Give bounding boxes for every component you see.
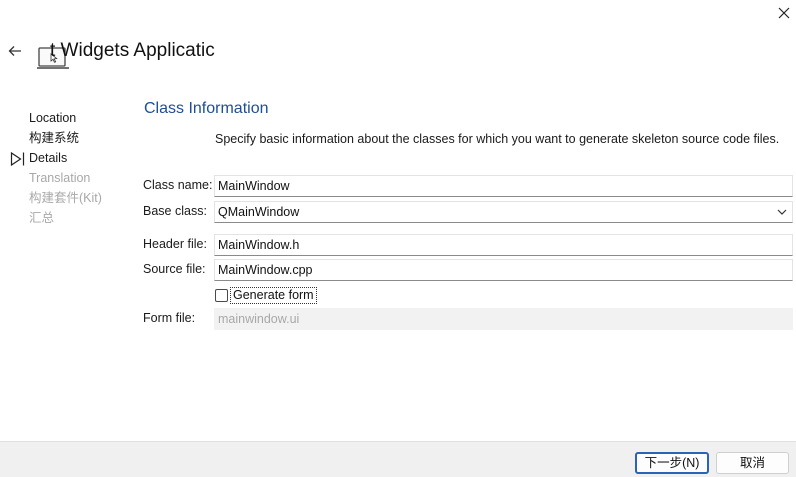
class-name-value: MainWindow	[218, 179, 290, 193]
step-label: 汇总	[29, 211, 55, 225]
step-label: Location	[29, 111, 77, 125]
current-step-arrow-icon	[10, 152, 25, 166]
header-file-input[interactable]: MainWindow.h	[214, 234, 793, 256]
step-label: Details	[29, 151, 68, 165]
footer-bar: 下一步(N) 取消	[0, 441, 796, 477]
cancel-button[interactable]: 取消	[716, 452, 789, 474]
step-label: 构建系统	[29, 131, 80, 145]
generate-form-checkbox[interactable]: Generate form	[215, 286, 317, 304]
header-file-label: Header file:	[143, 237, 207, 251]
step-translation: Translation	[0, 168, 130, 188]
base-class-combobox[interactable]: QMainWindow	[214, 201, 793, 223]
step-kit: 构建套件(Kit)	[0, 188, 130, 208]
window-title: t Widgets Applicatic	[50, 40, 215, 61]
chevron-down-icon	[777, 209, 787, 215]
base-class-label: Base class:	[143, 204, 207, 218]
step-label: 构建套件(Kit)	[29, 191, 102, 205]
form-file-label: Form file:	[143, 311, 196, 325]
base-class-value: QMainWindow	[218, 205, 300, 219]
step-summary: 汇总	[0, 208, 130, 228]
step-build-system[interactable]: 构建系统	[0, 128, 130, 148]
next-button[interactable]: 下一步(N)	[635, 452, 709, 474]
source-file-value: MainWindow.cpp	[218, 263, 313, 277]
header-file-value: MainWindow.h	[218, 238, 300, 252]
step-details[interactable]: Details	[0, 148, 130, 168]
step-location[interactable]: Location	[0, 108, 130, 128]
close-icon	[778, 7, 790, 19]
form-file-input: mainwindow.ui	[214, 308, 793, 330]
generate-form-label: Generate form	[230, 286, 317, 304]
section-title: Class Information	[144, 100, 269, 117]
wizard-steps: Location 构建系统 Details Translation 构建套件(K…	[0, 108, 130, 228]
class-name-label: Class name:	[143, 178, 213, 192]
page-description: Specify basic information about the clas…	[215, 132, 780, 146]
source-file-label: Source file:	[143, 262, 206, 276]
class-name-input[interactable]: MainWindow	[214, 175, 793, 197]
step-label: Translation	[29, 171, 91, 185]
checkbox-box[interactable]	[215, 288, 228, 302]
back-arrow-icon	[8, 46, 21, 56]
back-button[interactable]	[4, 40, 26, 62]
form-file-value: mainwindow.ui	[218, 312, 300, 326]
source-file-input[interactable]: MainWindow.cpp	[214, 259, 793, 281]
close-button[interactable]	[772, 2, 796, 24]
